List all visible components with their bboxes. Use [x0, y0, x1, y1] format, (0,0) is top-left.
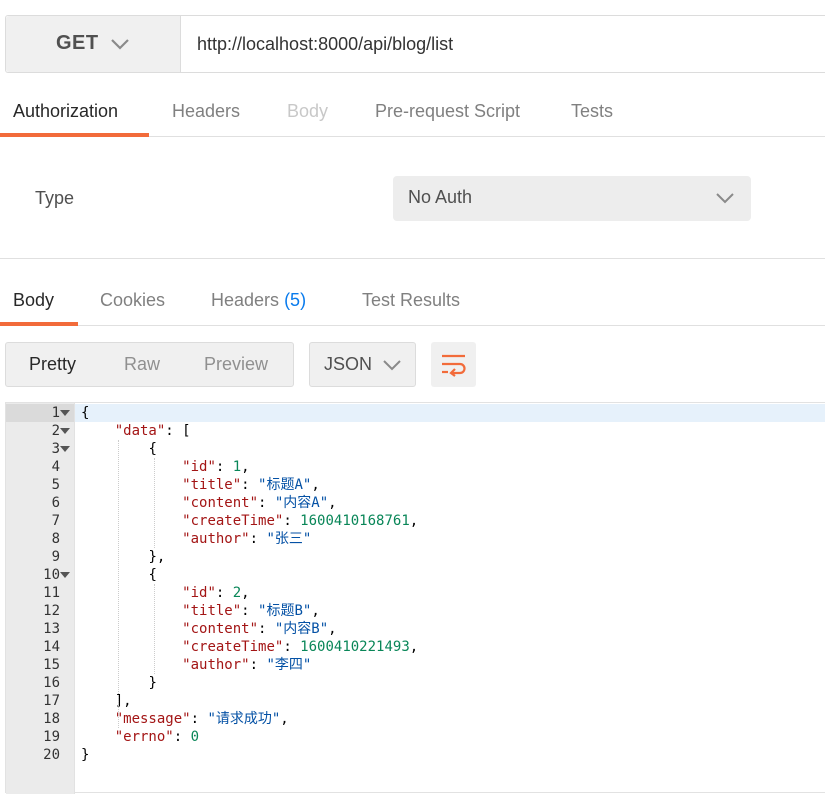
indent-guide: [154, 584, 155, 674]
line-number: 15: [43, 657, 60, 673]
format-select[interactable]: JSON: [309, 342, 416, 387]
code-line: "data": [: [114, 423, 191, 439]
method-label: GET: [56, 32, 99, 54]
url-input[interactable]: http://localhost:8000/api/blog/list: [197, 34, 453, 55]
line-number: 11: [43, 585, 60, 601]
active-tab-indicator: [0, 133, 149, 137]
wrap-lines-icon: [442, 354, 466, 377]
chevron-down-icon: [716, 193, 734, 204]
tab-response-headers[interactable]: Headers (5): [211, 290, 306, 311]
tab-tests[interactable]: Tests: [571, 101, 613, 122]
code-line: "id": 1,: [182, 459, 250, 475]
line-number: 1: [51, 405, 60, 421]
fold-arrow-icon[interactable]: [60, 446, 70, 452]
line-number: 13: [43, 621, 60, 637]
view-pretty-button[interactable]: Pretty: [29, 354, 76, 375]
line-number: 14: [43, 639, 60, 655]
code-line: "author": "李四": [182, 657, 312, 673]
tab-headers[interactable]: Headers: [172, 101, 240, 122]
line-number-gutter: 1 2 3 4 5 6 7 8 9 10 11 12 13 14 15 16 17 18 19 20: [6, 403, 75, 794]
chevron-down-icon: [383, 360, 401, 371]
line-number: 8: [51, 531, 60, 547]
code-line: "errno": 0: [114, 729, 200, 745]
method-select[interactable]: GET: [6, 16, 181, 72]
auth-type-label: Type: [35, 188, 75, 208]
tab-body[interactable]: Body: [287, 101, 328, 122]
active-line-highlight: [75, 404, 825, 422]
code-line: "createTime": 1600410168761,: [182, 513, 419, 529]
tab-response-headers-label: Headers: [211, 290, 280, 310]
fold-arrow-icon[interactable]: [60, 410, 70, 416]
auth-type-value: No Auth: [408, 187, 473, 207]
auth-type-select[interactable]: No Auth: [393, 176, 751, 221]
line-number: 18: [43, 711, 60, 727]
code-line: "createTime": 1600410221493,: [182, 639, 419, 655]
code-line: "title": "标题B",: [182, 603, 320, 619]
format-label: JSON: [324, 354, 373, 374]
headers-count-badge: (5): [284, 290, 307, 310]
view-preview-button[interactable]: Preview: [204, 354, 268, 375]
line-number: 20: [43, 747, 60, 763]
line-number: 3: [51, 441, 60, 457]
divider: [0, 325, 825, 326]
indent-guide: [154, 458, 155, 548]
code-line: "title": "标题A",: [182, 477, 320, 493]
code-line: "content": "内容A",: [182, 495, 337, 511]
line-number: 9: [51, 549, 60, 565]
line-number: 12: [43, 603, 60, 619]
tab-cookies[interactable]: Cookies: [100, 290, 165, 311]
wrap-lines-button[interactable]: [431, 342, 476, 387]
divider: [0, 258, 825, 259]
line-number: 7: [51, 513, 60, 529]
active-tab-indicator: [0, 322, 78, 326]
code-line: "id": 2,: [182, 585, 250, 601]
line-number: 10: [43, 567, 60, 583]
line-number: 16: [43, 675, 60, 691]
tab-response-body[interactable]: Body: [13, 290, 54, 311]
fold-arrow-icon[interactable]: [60, 428, 70, 434]
code-line: "author": "张三": [182, 531, 312, 547]
response-body-editor[interactable]: 1 2 3 4 5 6 7 8 9 10 11 12 13 14 15 16 17 18 19 20 { "data"…: [5, 402, 825, 794]
view-mode-group: Pretty Raw Preview: [5, 342, 294, 387]
chevron-down-icon: [111, 39, 129, 50]
line-number: 6: [51, 495, 60, 511]
line-number: 5: [51, 477, 60, 493]
tab-authorization[interactable]: Authorization: [13, 101, 118, 122]
line-number: 2: [51, 423, 60, 439]
line-number: 4: [51, 459, 60, 475]
view-raw-button[interactable]: Raw: [124, 354, 160, 375]
line-number: 17: [43, 693, 60, 709]
code-line: "content": "内容B",: [182, 621, 337, 637]
code-line: {: [81, 405, 90, 421]
code-line: ],: [114, 693, 132, 709]
code-line: }: [81, 747, 90, 763]
tab-pre-request-script[interactable]: Pre-request Script: [375, 101, 520, 122]
code-line: "message": "请求成功",: [114, 711, 289, 727]
request-url-bar: GET http://localhost:8000/api/blog/list: [5, 15, 825, 73]
tab-test-results[interactable]: Test Results: [362, 290, 460, 311]
line-number: 19: [43, 729, 60, 745]
indent-guide: [118, 440, 119, 728]
code-line: },: [148, 549, 166, 565]
fold-arrow-icon[interactable]: [60, 572, 70, 578]
